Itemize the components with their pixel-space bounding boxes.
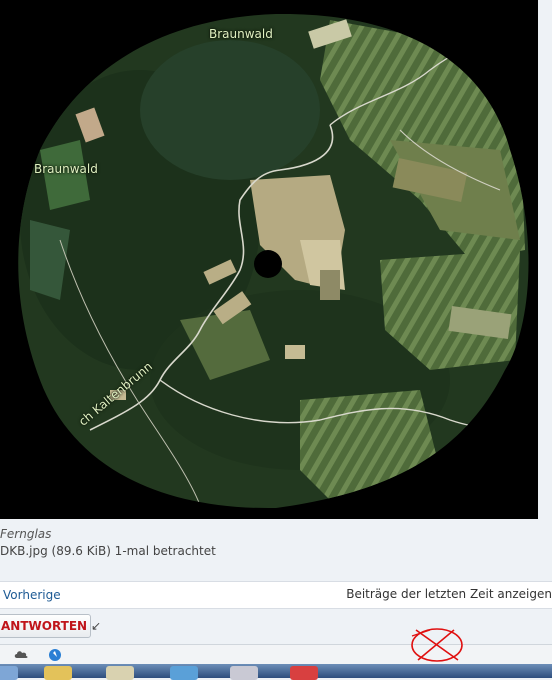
- red-x-scribble: [411, 628, 463, 662]
- recent-posts-link[interactable]: Beiträge der letzten Zeit anzeigen: [346, 587, 552, 601]
- footer-strip: [0, 644, 552, 665]
- satellite-map: [0, 0, 538, 519]
- reply-arrow-icon: ↙: [91, 619, 102, 633]
- attachment-meta: DKB.jpg (89.6 KiB) 1-mal betrachtet: [0, 544, 216, 558]
- map-label-braunwald-left: Braunwald: [34, 162, 98, 176]
- windows-taskbar: [0, 664, 552, 680]
- topic-nav-bar: Vorherige Beiträge der letzten Zeit anze…: [0, 581, 552, 609]
- reply-button[interactable]: ANTWORTEN ↙: [0, 614, 101, 638]
- previous-link[interactable]: Vorherige: [3, 588, 61, 602]
- cloud-icon[interactable]: [14, 649, 28, 659]
- attachment-image[interactable]: Braunwald Braunwald ch Kaltenbrunn: [0, 0, 538, 519]
- reply-button-label: ANTWORTEN: [1, 619, 88, 633]
- compass-icon[interactable]: [48, 648, 62, 662]
- attachment-title: Fernglas: [0, 527, 52, 541]
- map-label-braunwald-top: Braunwald: [209, 27, 273, 41]
